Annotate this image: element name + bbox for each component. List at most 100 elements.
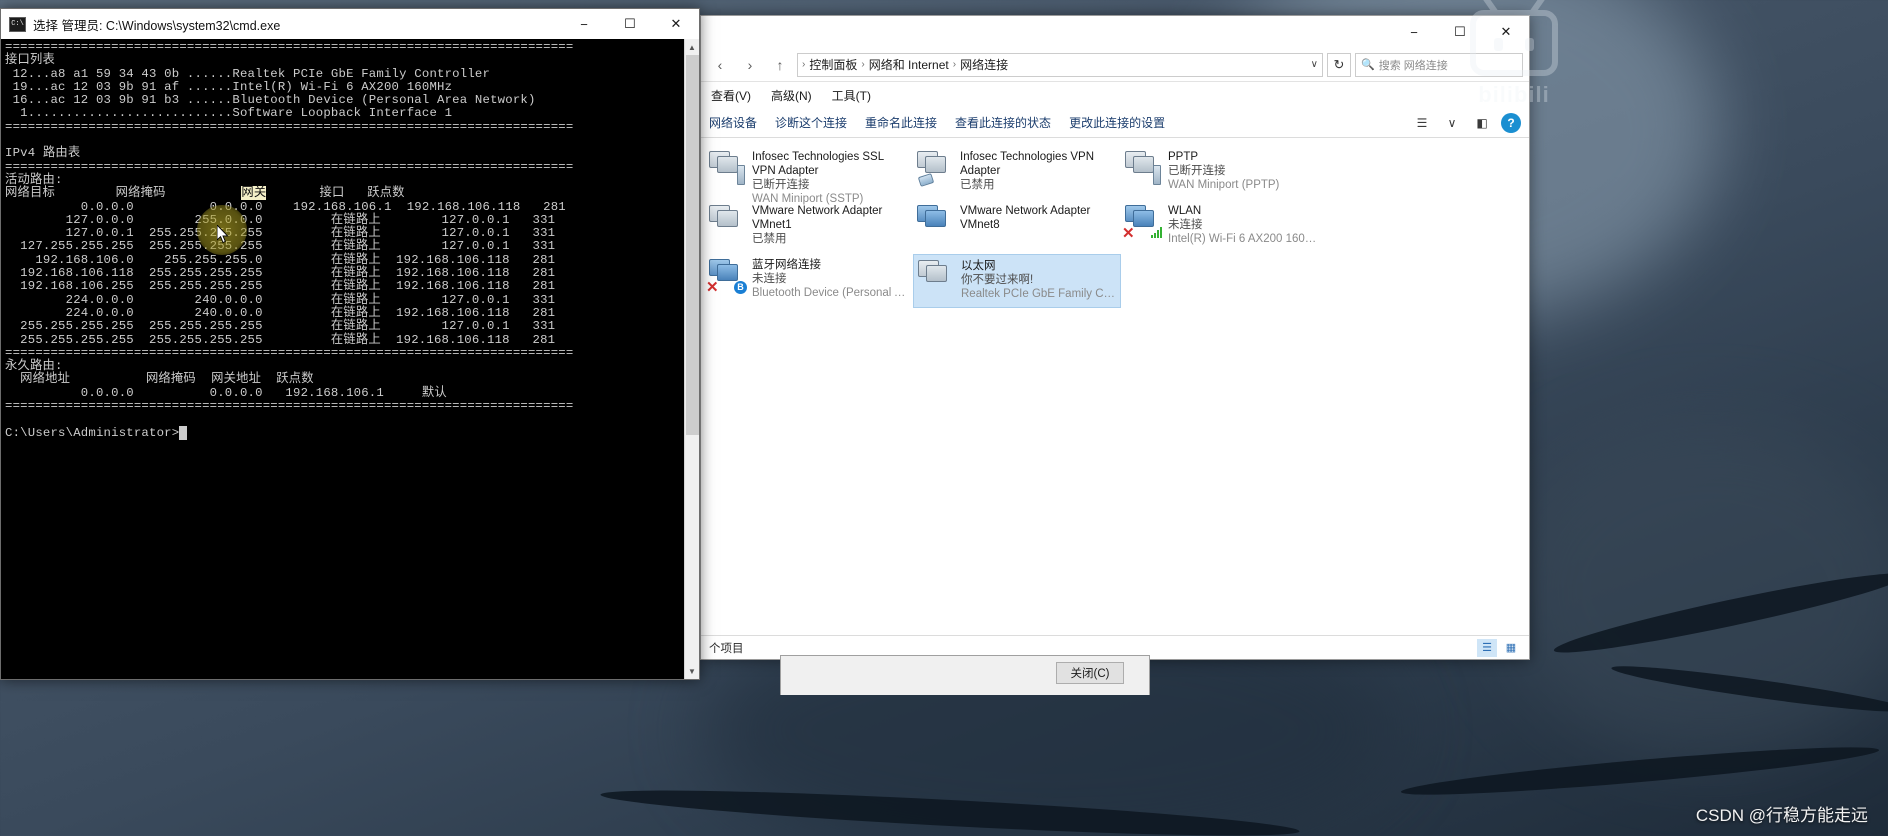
scroll-up-icon[interactable]: ▲: [684, 39, 699, 55]
cmd-icon: C:\: [9, 16, 26, 32]
adapter-status: 已断开连接: [752, 179, 810, 191]
search-icon: 🔍: [1361, 59, 1375, 71]
adapter-grid: Infosec Technologies SSL VPN Adapter 已断开连…: [701, 138, 1529, 308]
adapter-status: 你不要过来啊!: [961, 274, 1034, 286]
adapter-item[interactable]: B ✕ 蓝牙网络连接 未连接 Bluetooth Device (Personal Ar…: [705, 254, 913, 308]
adapter-name: PPTP: [1168, 151, 1199, 163]
cmd-titlebar[interactable]: C:\ 选择 管理员: C:\Windows\system32\cmd.exe …: [1, 9, 699, 39]
wifi-adapter-icon: ✕: [1122, 205, 1162, 242]
adapter-status: 未连接: [752, 273, 787, 285]
adapter-name: Infosec Technologies SSL VPN Adapter: [752, 151, 884, 177]
adapter-item[interactable]: ✕ WLAN 未连接 Intel(R) Wi-Fi 6 AX200 160MHz: [1121, 200, 1329, 254]
ethernet-adapter-icon: [918, 260, 954, 294]
explorer-address-bar: ‹ › ↑ › 控制面板 › 网络和 Internet › 网络连接 ∨ ↻ 🔍…: [701, 48, 1529, 82]
explorer-titlebar: − ☐ ✕: [701, 16, 1529, 48]
adapter-item[interactable]: PPTP 已断开连接 WAN Miniport (PPTP): [1121, 146, 1329, 200]
adapter-device: WAN Miniport (PPTP): [1168, 179, 1280, 191]
menu-tools[interactable]: 工具(T): [832, 87, 871, 104]
adapter-text: WLAN 未连接 Intel(R) Wi-Fi 6 AX200 160MHz: [1168, 203, 1325, 246]
adapter-item[interactable]: VMware Network Adapter VMnet1 已禁用: [705, 200, 913, 254]
tiles-view-button[interactable]: ▦: [1501, 639, 1521, 657]
chevron-down-icon[interactable]: ∨: [1311, 59, 1318, 70]
explorer-close-button[interactable]: ✕: [1483, 17, 1529, 47]
adapter-text: 以太网你不要过来啊! Realtek PCIe GbE Family Contr.…: [961, 258, 1116, 301]
disabled-x-icon: ✕: [1122, 225, 1135, 242]
command-diagnose-connection[interactable]: 诊断这个连接: [775, 114, 847, 131]
cmd-scrollbar-thumb[interactable]: [685, 55, 699, 435]
command-network-device[interactable]: 网络设备: [709, 114, 757, 131]
adapter-text: VMware Network Adapter VMnet8: [960, 203, 1117, 232]
disabled-x-icon: ✕: [706, 279, 719, 296]
cmd-console-window[interactable]: C:\ 选择 管理员: C:\Windows\system32\cmd.exe …: [0, 8, 700, 680]
back-icon[interactable]: ‹: [707, 52, 733, 78]
cmd-scrollbar-track[interactable]: [684, 55, 699, 663]
status-item-count: 个项目: [709, 642, 744, 655]
breadcrumb[interactable]: › 控制面板 › 网络和 Internet › 网络连接 ∨: [797, 52, 1323, 77]
cmd-minimize-button[interactable]: −: [561, 9, 607, 39]
preview-pane-icon[interactable]: ◧: [1471, 113, 1493, 133]
background-dialog[interactable]: 关闭(C): [780, 655, 1150, 695]
adapter-name: VMware Network Adapter VMnet8: [960, 205, 1091, 231]
cmd-console-output[interactable]: ========================================…: [1, 39, 684, 679]
adapter-name: VMware Network Adapter VMnet1: [752, 205, 883, 231]
adapter-device: Realtek PCIe GbE Family Contr...: [961, 288, 1116, 300]
explorer-content-pane: Infosec Technologies SSL VPN Adapter 已断开连…: [701, 138, 1529, 635]
network-adapter-icon: [917, 205, 953, 239]
breadcrumb-item-network-connections[interactable]: 网络连接: [960, 56, 1008, 73]
help-icon[interactable]: ?: [1501, 112, 1521, 133]
console-caret: _: [179, 425, 187, 440]
adapter-item[interactable]: VMware Network Adapter VMnet8: [913, 200, 1121, 254]
command-view-status[interactable]: 查看此连接的状态: [955, 114, 1051, 131]
explorer-maximize-button[interactable]: ☐: [1437, 17, 1483, 47]
adapter-status: 未连接: [1168, 219, 1203, 231]
cmd-close-button[interactable]: ✕: [653, 9, 699, 39]
view-layout-icon[interactable]: ☰: [1411, 113, 1433, 133]
adapter-name: 以太网: [961, 260, 996, 272]
forward-icon[interactable]: ›: [737, 52, 763, 78]
explorer-command-bar: 网络设备 诊断这个连接 重命名此连接 查看此连接的状态 更改此连接的设置 ☰ ∨…: [701, 108, 1529, 138]
adapter-name: 蓝牙网络连接: [752, 259, 821, 271]
explorer-minimize-button[interactable]: −: [1391, 17, 1437, 47]
scroll-down-icon[interactable]: ▼: [684, 663, 699, 679]
explorer-menu-bar: 查看(V) 高级(N) 工具(T): [701, 82, 1529, 108]
adapter-item[interactable]: Infosec Technologies VPN Adapter 已禁用: [913, 146, 1121, 200]
breadcrumb-separator: ›: [802, 59, 806, 70]
network-connections-window[interactable]: − ☐ ✕ ‹ › ↑ › 控制面板 › 网络和 Internet › 网络连接…: [700, 15, 1530, 660]
breadcrumb-item-control-panel[interactable]: 控制面板: [809, 56, 857, 73]
breadcrumb-item-network-internet[interactable]: 网络和 Internet: [869, 56, 949, 73]
adapter-text: VMware Network Adapter VMnet1 已禁用: [752, 203, 909, 246]
refresh-icon[interactable]: ↻: [1327, 52, 1351, 77]
network-adapter-icon: [709, 205, 745, 239]
adapter-text: 蓝牙网络连接 未连接 Bluetooth Device (Personal Ar..…: [752, 257, 909, 300]
details-view-button[interactable]: ☰: [1477, 638, 1497, 657]
cmd-window-title: 选择 管理员: C:\Windows\system32\cmd.exe: [33, 18, 281, 33]
chevron-down-icon[interactable]: ∨: [1441, 113, 1463, 133]
breadcrumb-separator: ›: [861, 59, 865, 70]
adapter-device: Bluetooth Device (Personal Ar...: [752, 287, 909, 299]
network-adapter-icon: [1125, 151, 1161, 185]
menu-advanced[interactable]: 高级(N): [771, 87, 812, 104]
adapter-item[interactable]: Infosec Technologies SSL VPN Adapter 已断开连…: [705, 146, 913, 205]
adapter-status: 已禁用: [960, 179, 995, 191]
search-input[interactable]: 🔍 搜索 网络连接: [1355, 52, 1523, 77]
breadcrumb-separator: ›: [952, 59, 957, 70]
bluetooth-adapter-icon: B ✕: [706, 259, 747, 296]
adapter-text: Infosec Technologies VPN Adapter 已禁用: [960, 149, 1117, 192]
cmd-maximize-button[interactable]: ☐: [607, 9, 653, 39]
selected-text: 网关: [241, 186, 267, 201]
command-change-settings[interactable]: 更改此连接的设置: [1069, 114, 1165, 131]
menu-view[interactable]: 查看(V): [711, 87, 751, 104]
adapter-name: WLAN: [1168, 205, 1202, 217]
up-icon[interactable]: ↑: [767, 52, 793, 78]
command-rename-connection[interactable]: 重命名此连接: [865, 114, 937, 131]
search-placeholder: 搜索 网络连接: [1378, 59, 1448, 72]
adapter-item[interactable]: 以太网你不要过来啊! Realtek PCIe GbE Family Contr.…: [913, 254, 1121, 308]
adapter-device: Intel(R) Wi-Fi 6 AX200 160MHz: [1168, 233, 1325, 245]
cmd-scrollbar[interactable]: ▲ ▼: [684, 39, 699, 679]
network-adapter-icon: [917, 151, 953, 187]
adapter-name: Infosec Technologies VPN Adapter: [960, 151, 1095, 177]
adapter-status: 已禁用: [752, 233, 787, 245]
dialog-close-button[interactable]: 关闭(C): [1056, 662, 1124, 684]
adapter-text: Infosec Technologies SSL VPN Adapter 已断开连…: [752, 149, 909, 206]
adapter-status: 已断开连接: [1168, 165, 1226, 177]
